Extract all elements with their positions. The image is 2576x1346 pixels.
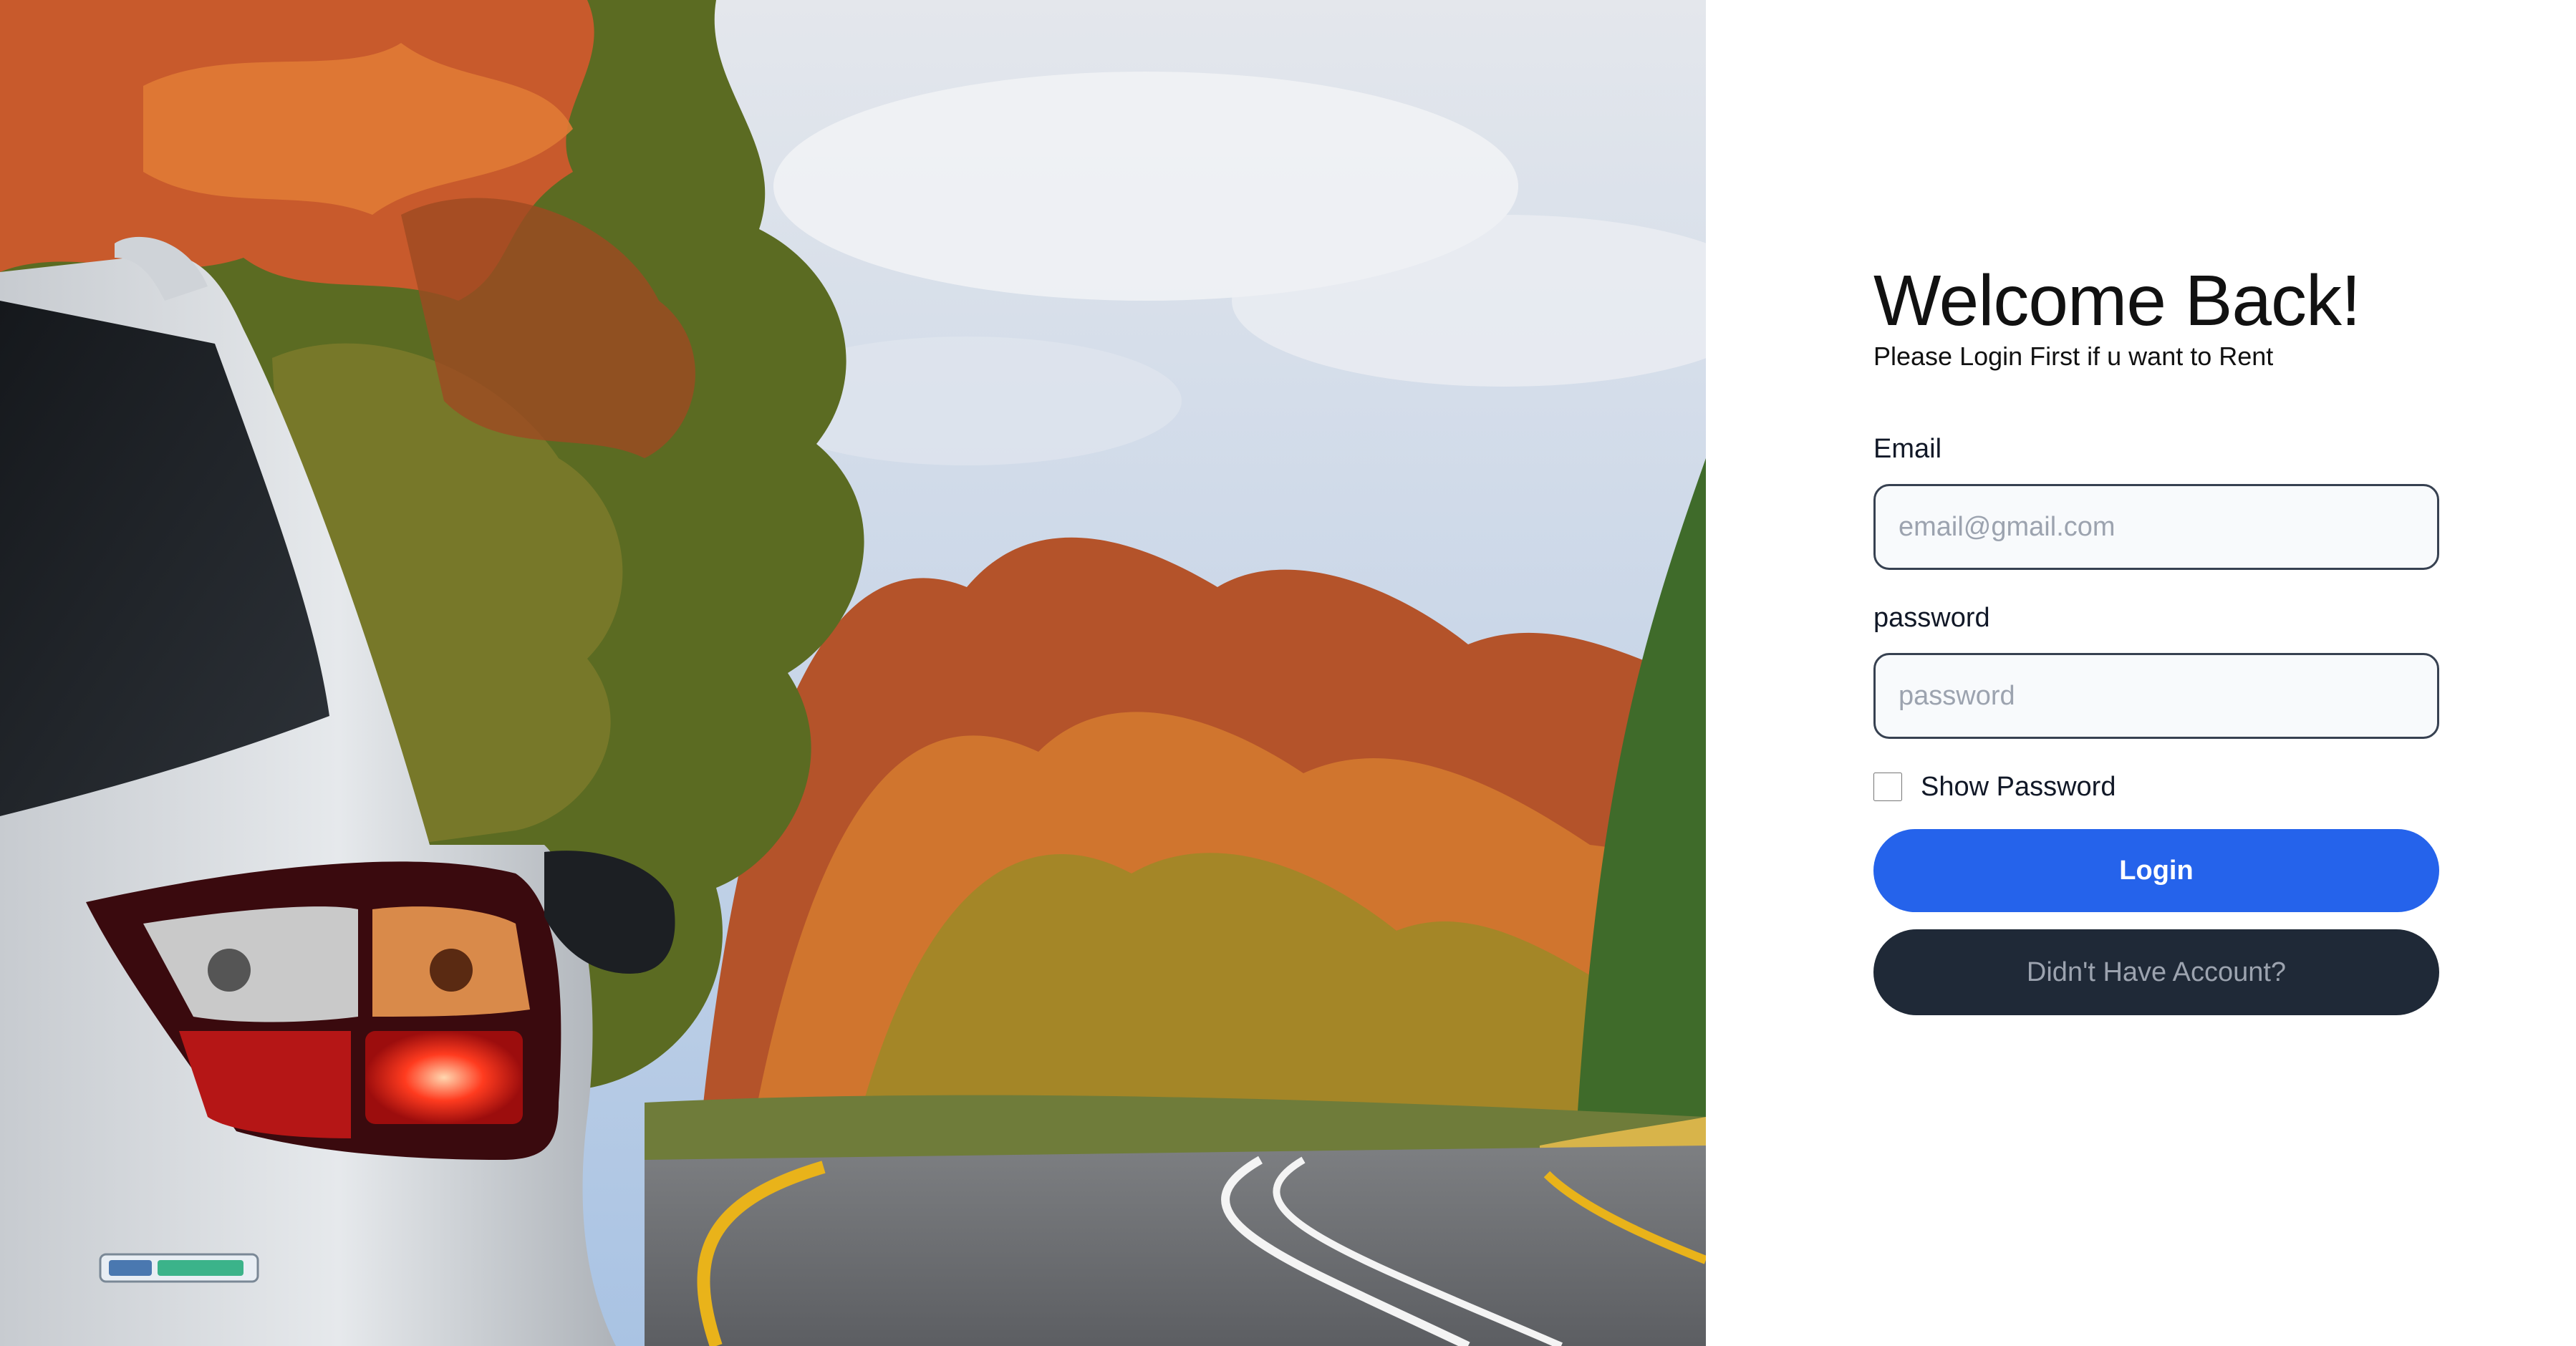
show-password-checkbox[interactable] xyxy=(1873,773,1902,801)
login-form: Welcome Back! Please Login First if u wa… xyxy=(1873,258,2439,1015)
login-button[interactable]: Login xyxy=(1873,829,2439,912)
page-title: Welcome Back! xyxy=(1873,261,2361,341)
login-panel: Welcome Back! Please Login First if u wa… xyxy=(1706,0,2576,1346)
car-photo-icon xyxy=(0,0,1706,1346)
password-label: password xyxy=(1873,603,1990,633)
email-input[interactable] xyxy=(1873,484,2439,570)
show-password-label[interactable]: Show Password xyxy=(1921,772,2116,803)
email-label: Email xyxy=(1873,434,1942,464)
password-input[interactable] xyxy=(1873,653,2439,739)
login-page: Welcome Back! Please Login First if u wa… xyxy=(0,0,2576,1346)
show-password-row: Show Password xyxy=(1873,769,2439,805)
page-subtitle: Please Login First if u want to Rent xyxy=(1873,342,2274,371)
signup-link-button[interactable]: Didn't Have Account? xyxy=(1873,929,2439,1015)
hero-image xyxy=(0,0,1706,1346)
